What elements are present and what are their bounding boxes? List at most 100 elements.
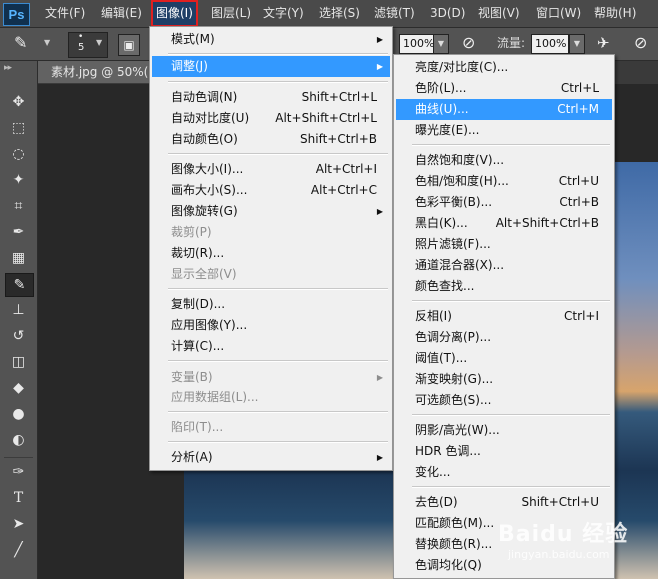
line-tool-icon[interactable]: ╱: [5, 539, 32, 561]
menu-item-invert[interactable]: 反相(I) Ctrl+I: [396, 306, 612, 327]
brush-preset-picker[interactable]: • 5 ▼: [68, 32, 108, 58]
menu-separator: [168, 81, 388, 83]
lasso-tool-icon[interactable]: ◌: [5, 143, 32, 165]
menu-item-analysis[interactable]: 分析(A) ▶: [152, 447, 390, 468]
menu-item-duplicate[interactable]: 复制(D)...: [152, 294, 390, 315]
menu-item-variables[interactable]: 变量(B) ▶: [152, 367, 390, 388]
menu-item-canvas-size[interactable]: 画布大小(S)... Alt+Ctrl+C: [152, 180, 390, 201]
healing-brush-tool-icon[interactable]: ▦: [5, 247, 32, 269]
menu-item-desaturate[interactable]: 去色(D) Shift+Ctrl+U: [396, 492, 612, 513]
menu-item-photo-filter[interactable]: 照片滤镜(F)...: [396, 234, 612, 255]
brush-panel-toggle-icon[interactable]: ▣: [118, 34, 140, 56]
clone-stamp-tool-icon[interactable]: ⊥: [5, 299, 32, 321]
crop-tool-icon[interactable]: ⌗: [5, 195, 32, 217]
menu-edit[interactable]: 编辑(E): [96, 0, 147, 27]
menu-item-auto-tone[interactable]: 自动色调(N) Shift+Ctrl+L: [152, 87, 390, 108]
airbrush-icon[interactable]: ✈: [597, 32, 610, 54]
menu-item-trim[interactable]: 裁切(R)...: [152, 243, 390, 264]
marquee-tool-icon[interactable]: ⬚: [5, 117, 32, 139]
menu-item-crop[interactable]: 裁剪(P): [152, 222, 390, 243]
menu-separator: [168, 53, 388, 55]
menu-layer[interactable]: 图层(L): [206, 0, 256, 27]
brush-dot-icon: •: [78, 32, 84, 42]
menu-item-calculations[interactable]: 计算(C)...: [152, 336, 390, 357]
menu-item-apply-image[interactable]: 应用图像(Y)...: [152, 315, 390, 336]
history-brush-tool-icon[interactable]: ↺: [5, 325, 32, 347]
move-tool-icon[interactable]: ✥: [5, 91, 32, 113]
path-selection-tool-icon[interactable]: ➤: [5, 513, 32, 535]
menu-item-gradient-map[interactable]: 渐变映射(G)...: [396, 369, 612, 390]
flow-dropdown-button[interactable]: ▼: [569, 34, 585, 54]
menu-view[interactable]: 视图(V): [473, 0, 525, 27]
menu-help[interactable]: 帮助(H): [589, 0, 641, 27]
eraser-tool-icon[interactable]: ◫: [5, 351, 32, 373]
menu-item-image-size[interactable]: 图像大小(I)... Alt+Ctrl+I: [152, 159, 390, 180]
menu-separator: [412, 486, 610, 488]
menu-separator: [168, 411, 388, 413]
flow-label: 流量:: [497, 36, 526, 50]
menu-item-threshold[interactable]: 阈值(T)...: [396, 348, 612, 369]
menu-item-apply-data-set[interactable]: 应用数据组(L)...: [152, 387, 390, 408]
collapse-panel-icon[interactable]: ▸▸: [4, 63, 12, 73]
menu-item-image-rotation[interactable]: 图像旋转(G) ▶: [152, 201, 390, 222]
adjustments-submenu: 亮度/对比度(C)... 色阶(L)... Ctrl+L 曲线(U)... Ct…: [393, 54, 615, 579]
menu-item-black-white[interactable]: 黑白(K)... Alt+Shift+Ctrl+B: [396, 213, 612, 234]
menu-item-adjustments[interactable]: 调整(J) ▶: [152, 56, 390, 77]
menu-item-levels[interactable]: 色阶(L)... Ctrl+L: [396, 78, 612, 99]
menu-separator: [168, 360, 388, 362]
flow-input[interactable]: 100%: [531, 34, 569, 54]
opacity-input[interactable]: 100%: [399, 34, 434, 54]
pen-tool-icon[interactable]: ✑: [5, 461, 32, 483]
submenu-arrow-icon: ▶: [376, 207, 383, 216]
eyedropper-tool-icon[interactable]: ✒: [5, 221, 32, 243]
menu-item-hdr-toning[interactable]: HDR 色调...: [396, 441, 612, 462]
image-menu: 模式(M) ▶ 调整(J) ▶ 自动色调(N) Shift+Ctrl+L 自动对…: [149, 26, 393, 471]
menu-item-posterize[interactable]: 色调分离(P)...: [396, 327, 612, 348]
blur-tool-icon[interactable]: ●: [5, 403, 32, 425]
document-tab[interactable]: 素材.jpg @ 50%(R: [38, 61, 164, 83]
menu-select[interactable]: 选择(S): [314, 0, 365, 27]
brush-tool-icon[interactable]: ✎: [14, 32, 27, 54]
menu-item-auto-color[interactable]: 自动颜色(O) Shift+Ctrl+B: [152, 129, 390, 150]
dodge-tool-icon[interactable]: ◐: [5, 429, 32, 451]
paint-bucket-tool-icon[interactable]: ◆: [5, 377, 32, 399]
pressure-size-icon[interactable]: ⊘: [634, 32, 647, 54]
brush-size-value: 5: [78, 42, 85, 53]
chevron-down-icon[interactable]: ▼: [44, 32, 50, 54]
pressure-opacity-icon[interactable]: ⊘: [462, 32, 475, 54]
menu-separator: [412, 144, 610, 146]
menu-3d[interactable]: 3D(D): [425, 0, 470, 27]
menu-item-match-color[interactable]: 匹配颜色(M)...: [396, 513, 612, 534]
menu-item-equalize[interactable]: 色调均化(Q): [396, 555, 612, 576]
menu-item-shadows-highlights[interactable]: 阴影/高光(W)...: [396, 420, 612, 441]
menu-item-trap[interactable]: 陷印(T)...: [152, 417, 390, 438]
menu-item-color-lookup[interactable]: 颜色查找...: [396, 276, 612, 297]
menu-item-reveal-all[interactable]: 显示全部(V): [152, 264, 390, 285]
menu-item-hue-saturation[interactable]: 色相/饱和度(H)... Ctrl+U: [396, 171, 612, 192]
menu-item-channel-mixer[interactable]: 通道混合器(X)...: [396, 255, 612, 276]
menu-item-selective-color[interactable]: 可选颜色(S)...: [396, 390, 612, 411]
menu-item-color-balance[interactable]: 色彩平衡(B)... Ctrl+B: [396, 192, 612, 213]
magic-wand-tool-icon[interactable]: ✦: [5, 169, 32, 191]
menu-item-mode[interactable]: 模式(M) ▶: [152, 29, 390, 50]
menu-separator: [412, 414, 610, 416]
menu-item-replace-color[interactable]: 替换颜色(R)...: [396, 534, 612, 555]
menu-image[interactable]: 图像(I): [151, 0, 198, 27]
menu-separator: [168, 153, 388, 155]
menu-item-curves[interactable]: 曲线(U)... Ctrl+M: [396, 99, 612, 120]
menu-item-vibrance[interactable]: 自然饱和度(V)...: [396, 150, 612, 171]
menu-filter[interactable]: 滤镜(T): [369, 0, 420, 27]
tool-panel: ▸▸ ✥ ⬚ ◌ ✦ ⌗ ✒ ▦ ✎ ⊥ ↺ ◫ ◆ ● ◐ ✑ T ➤ ╱: [0, 61, 38, 579]
brush-tool-icon[interactable]: ✎: [5, 273, 34, 297]
menu-window[interactable]: 窗口(W): [531, 0, 586, 27]
opacity-dropdown-button[interactable]: ▼: [433, 34, 449, 54]
menu-file[interactable]: 文件(F): [40, 0, 90, 27]
menu-item-auto-contrast[interactable]: 自动对比度(U) Alt+Shift+Ctrl+L: [152, 108, 390, 129]
type-tool-icon[interactable]: T: [5, 487, 32, 509]
menu-item-exposure[interactable]: 曝光度(E)...: [396, 120, 612, 141]
tool-separator: [4, 457, 33, 458]
menu-item-variations[interactable]: 变化...: [396, 462, 612, 483]
menu-item-brightness-contrast[interactable]: 亮度/对比度(C)...: [396, 57, 612, 78]
submenu-arrow-icon: ▶: [376, 373, 383, 382]
menu-type[interactable]: 文字(Y): [258, 0, 309, 27]
